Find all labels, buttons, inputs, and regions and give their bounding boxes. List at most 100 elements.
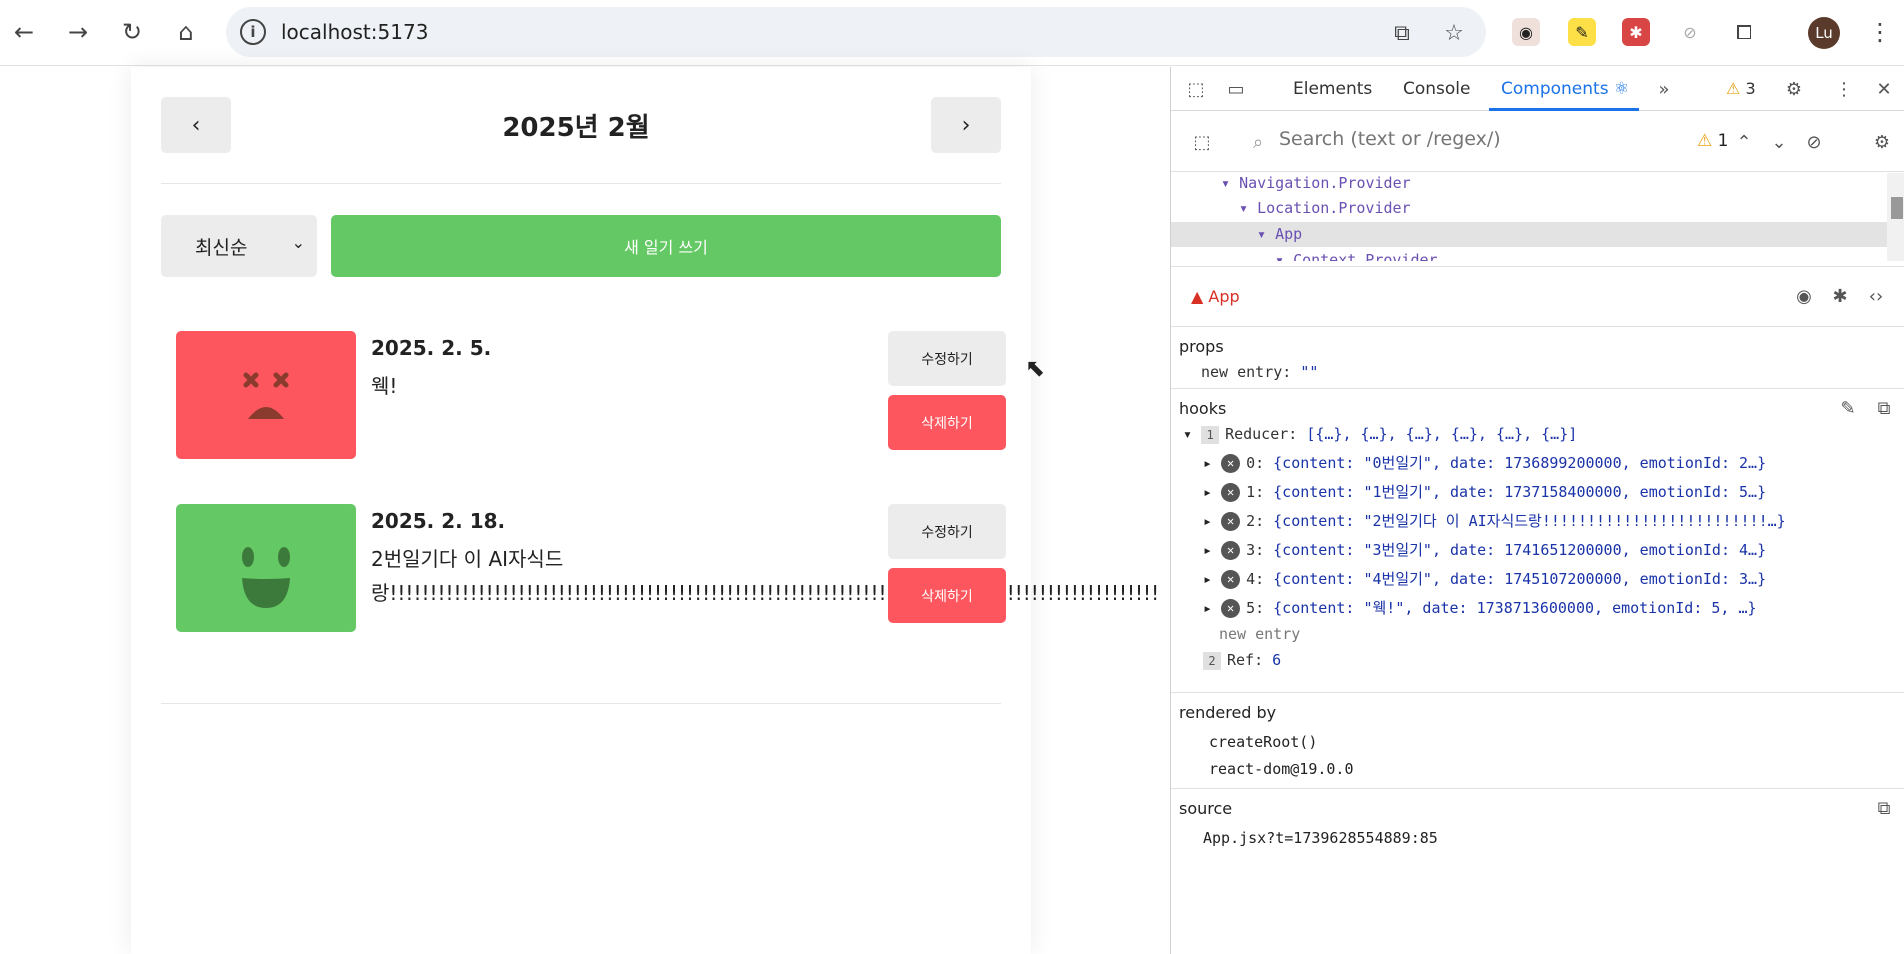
- component-tree: ▾ Navigation.Provider ▾ Location.Provide…: [1171, 173, 1904, 261]
- item-value: {content: "2번일기다 이 AI자식드랑!!!!!!!!!!!!!!!…: [1273, 512, 1786, 530]
- reducer-item-row[interactable]: ▸ ✕ 0: {content: "0번일기", date: 1736899200…: [1203, 450, 1766, 476]
- tree-node[interactable]: ▾ Navigation.Provider: [1171, 173, 1887, 196]
- warning-icon: ⚠: [1726, 79, 1741, 98]
- reducer-item-row[interactable]: ▸ ✕ 4: {content: "4번일기", date: 1745107200…: [1203, 566, 1766, 592]
- new-entry-button[interactable]: 새 일기 쓰기: [331, 215, 1001, 277]
- select-component-icon[interactable]: ⬚: [1189, 129, 1215, 155]
- warnings-total: 3: [1745, 79, 1756, 98]
- bug-icon[interactable]: ✱: [1827, 283, 1853, 309]
- profile-avatar[interactable]: Lu: [1808, 17, 1840, 49]
- rendered-by-section: rendered by createRoot() react-dom@19.0.…: [1171, 692, 1904, 788]
- ref-value: 6: [1272, 651, 1282, 669]
- forward-icon[interactable]: →: [60, 14, 96, 50]
- reducer-item-row[interactable]: ▸ ✕ 1: {content: "1번일기", date: 1737158400…: [1203, 479, 1766, 505]
- more-tabs-icon[interactable]: »: [1651, 76, 1677, 102]
- menu-kebab-icon[interactable]: ⋮: [1862, 14, 1898, 50]
- reducer-item-row[interactable]: ▸ ✕ 2: {content: "2번일기다 이 AI자식드랑!!!!!!!!!…: [1203, 508, 1786, 534]
- delete-button[interactable]: 삭제하기: [888, 395, 1006, 450]
- copy-source-icon[interactable]: ⧉: [1871, 795, 1897, 821]
- edit-button[interactable]: 수정하기: [888, 331, 1006, 386]
- site-info-icon[interactable]: i: [240, 19, 266, 45]
- address-bar[interactable]: i localhost:5173 ⧉ ☆: [226, 7, 1486, 57]
- prop-key: new entry: [1201, 363, 1283, 381]
- home-icon[interactable]: ⌂: [168, 14, 204, 50]
- ref-hook-row[interactable]: 2 Ref: 6: [1203, 647, 1281, 673]
- extension-icon-2[interactable]: ✎: [1568, 18, 1596, 46]
- entry-content: 웩!: [371, 374, 398, 398]
- extension-icon-4[interactable]: ⊘: [1676, 18, 1704, 46]
- extensions-puzzle-icon[interactable]: ⧠: [1730, 18, 1758, 46]
- back-icon[interactable]: ←: [6, 14, 42, 50]
- emotion-good-icon[interactable]: [176, 504, 356, 632]
- chevron-down-icon[interactable]: ⌄: [1766, 129, 1792, 155]
- rendered-by-item[interactable]: createRoot(): [1209, 729, 1317, 755]
- reducer-item-row[interactable]: ▸ ✕ 3: {content: "3번일기", date: 1741651200…: [1203, 537, 1766, 563]
- remove-item-icon[interactable]: ✕: [1221, 541, 1241, 560]
- item-index: 3:: [1246, 541, 1265, 559]
- prev-month-button[interactable]: ‹: [161, 97, 231, 153]
- ref-label: Ref:: [1227, 651, 1264, 669]
- device-toolbar-icon[interactable]: ▭: [1223, 76, 1249, 102]
- remove-item-icon[interactable]: ✕: [1221, 454, 1241, 473]
- tab-components[interactable]: Components ⚛: [1501, 79, 1629, 99]
- bookmark-star-icon[interactable]: ☆: [1440, 19, 1468, 47]
- translate-icon[interactable]: ⧉: [1388, 19, 1416, 47]
- tree-node[interactable]: ▾ Context.Provider: [1171, 248, 1887, 261]
- reducer-hook-row[interactable]: ▾ 1 Reducer: [{…}, {…}, {…}, {…}, {…}, {……: [1183, 421, 1577, 447]
- error-icon: ▲: [1191, 287, 1204, 306]
- delete-button[interactable]: 삭제하기: [888, 568, 1006, 623]
- tree-node-label: Location.Provider: [1257, 199, 1411, 217]
- remove-item-icon[interactable]: ✕: [1221, 483, 1241, 502]
- emotion-awful-icon[interactable]: [176, 331, 356, 459]
- clear-filter-icon[interactable]: ⊘: [1801, 129, 1827, 155]
- reducer-item-row[interactable]: ▸ ✕ 5: {content: "웩!", date: 173871360000…: [1203, 595, 1757, 621]
- reload-icon[interactable]: ↻: [114, 14, 150, 50]
- entry-date: 2025. 2. 18.: [371, 509, 506, 533]
- devtools-menu-icon[interactable]: ⋮: [1831, 76, 1857, 102]
- copy-icon[interactable]: ⧉: [1871, 395, 1897, 421]
- filtered-warnings[interactable]: ⚠ 1: [1697, 131, 1728, 151]
- reducer-summary: [{…}, {…}, {…}, {…}, {…}, {…}]: [1306, 425, 1578, 443]
- tree-node-label: Context.Provider: [1293, 251, 1438, 261]
- tree-scrollbar-thumb[interactable]: [1891, 197, 1903, 219]
- sort-select[interactable]: 최신순 ⌄: [161, 215, 317, 277]
- mouse-cursor-icon: ⬉: [1025, 354, 1046, 382]
- component-settings-gear-icon[interactable]: ⚙: [1869, 129, 1895, 155]
- source-link[interactable]: App.jsx?t=1739628554889:85: [1203, 825, 1438, 851]
- remove-item-icon[interactable]: ✕: [1221, 512, 1241, 531]
- diary-app: ‹ 2025년 2월 › 최신순 ⌄ 새 일기 쓰기 2025. 2. 5. 웩…: [131, 67, 1159, 954]
- warnings-counter[interactable]: ⚠ 3: [1726, 79, 1756, 98]
- magic-wand-icon[interactable]: ✎: [1835, 395, 1861, 421]
- eye-icon[interactable]: ◉: [1791, 283, 1817, 309]
- tree-node-selected[interactable]: ▾ App: [1171, 222, 1887, 247]
- extension-icon-3[interactable]: ✱: [1622, 18, 1650, 46]
- component-search-bar: ⬚ ⌕ ⚠ 1 ⌃ ⌄ ⊘ ⚙: [1171, 112, 1904, 172]
- month-title: 2025년 2월: [502, 113, 650, 143]
- new-entry-placeholder[interactable]: new entry: [1219, 621, 1300, 647]
- remove-item-icon[interactable]: ✕: [1221, 570, 1241, 589]
- item-index: 1:: [1246, 483, 1265, 501]
- warnings-filtered-count: 1: [1717, 131, 1729, 151]
- view-source-icon[interactable]: ‹›: [1863, 283, 1889, 309]
- next-month-button[interactable]: ›: [931, 97, 1001, 153]
- hook-index-badge: 2: [1203, 652, 1221, 670]
- item-value: {content: "1번일기", date: 1737158400000, e…: [1273, 483, 1767, 501]
- tree-node[interactable]: ▾ Location.Provider: [1171, 196, 1887, 221]
- props-section: props new entry: "": [1171, 326, 1904, 388]
- rendered-by-item[interactable]: react-dom@19.0.0: [1209, 756, 1354, 782]
- chevron-up-icon[interactable]: ⌃: [1731, 129, 1757, 155]
- settings-gear-icon[interactable]: ⚙: [1781, 76, 1807, 102]
- prop-row[interactable]: new entry: "": [1201, 359, 1318, 385]
- close-devtools-icon[interactable]: ✕: [1871, 76, 1897, 102]
- item-index: 0:: [1246, 454, 1265, 472]
- tab-console[interactable]: Console: [1403, 79, 1471, 99]
- inspect-element-icon[interactable]: ⬚: [1183, 76, 1209, 102]
- item-index: 5:: [1246, 599, 1265, 617]
- tab-elements[interactable]: Elements: [1293, 79, 1372, 99]
- edit-button[interactable]: 수정하기: [888, 504, 1006, 559]
- list-bottom-divider: [161, 703, 1001, 704]
- remove-item-icon[interactable]: ✕: [1221, 599, 1241, 618]
- extension-icon-1[interactable]: ◉: [1512, 18, 1540, 46]
- component-search-input[interactable]: [1279, 128, 1699, 150]
- url-text[interactable]: localhost:5173: [281, 20, 428, 44]
